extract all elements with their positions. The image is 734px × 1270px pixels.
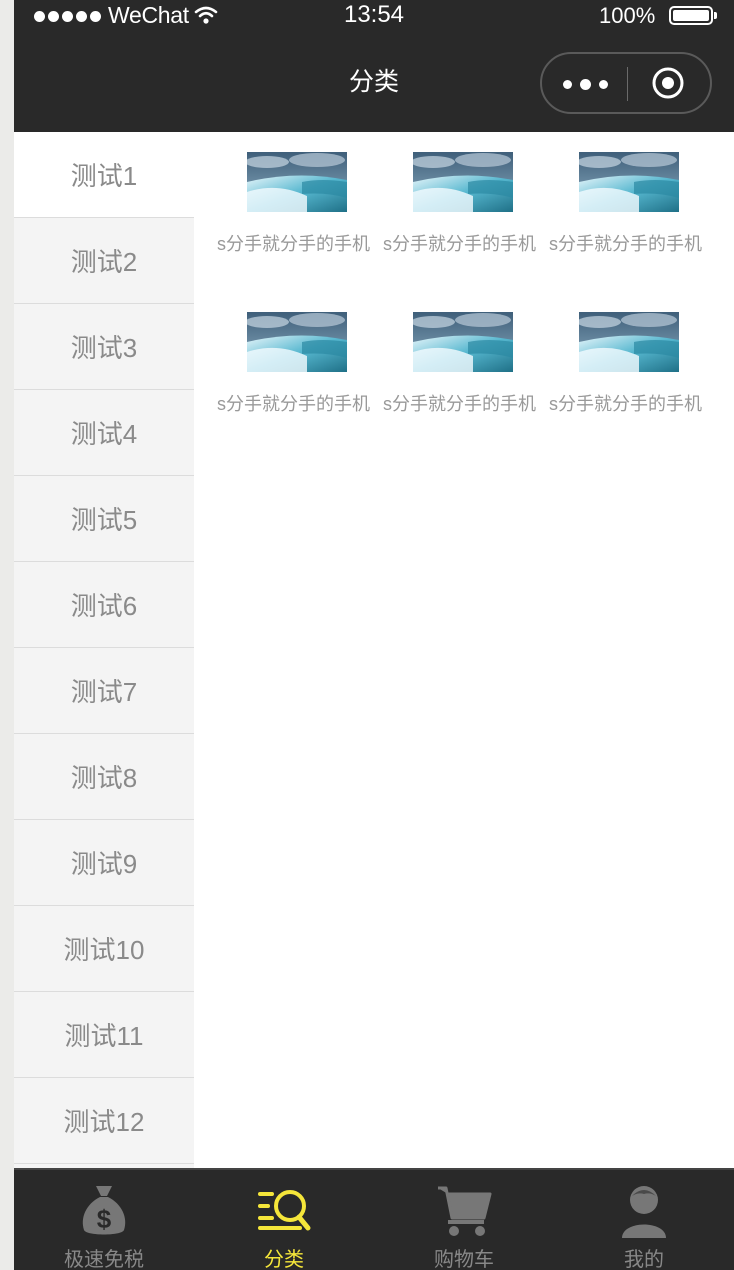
tab-mine[interactable]: 我的 [554, 1170, 734, 1270]
waterfall-thumbnail [247, 312, 347, 372]
money-bag-icon: $ [82, 1186, 126, 1235]
battery-percent: 100% [599, 3, 656, 28]
product-card[interactable]: s分手就分手的手机 [546, 312, 712, 472]
top-bar: WeChat 13:54 100% 分类 [14, 0, 734, 132]
category-item[interactable]: 测试8 [14, 734, 194, 820]
category-label: 测试8 [70, 763, 138, 793]
product-name: s分手就分手的手机 [383, 234, 536, 254]
category-label: 测试9 [70, 849, 138, 879]
battery-icon [669, 6, 717, 25]
product-name: s分手就分手的手机 [217, 394, 370, 414]
tab-category[interactable]: 分类 [194, 1170, 374, 1270]
category-item[interactable]: 测试6 [14, 562, 194, 648]
tab-label: 购物车 [434, 1249, 494, 1270]
product-area: s分手就分手的手机 s分手就分手的手机 s分手就分手的手机 s分手就分手的手机 … [194, 132, 734, 1168]
category-label: 测试4 [70, 419, 138, 449]
product-card[interactable]: s分手就分手的手机 [380, 152, 546, 312]
app-frame: WeChat 13:54 100% 分类 测试1 测试2 测试3 测试4 测试5… [14, 0, 734, 1270]
product-card[interactable]: s分手就分手的手机 [546, 152, 712, 312]
tab-bar: $ 极速免税 分类 购物车 我的 [14, 1168, 734, 1270]
user-icon [622, 1186, 666, 1238]
category-item[interactable]: 测试9 [14, 820, 194, 906]
waterfall-thumbnail [579, 312, 679, 372]
category-item[interactable]: 测试12 [14, 1078, 194, 1164]
category-label: 测试10 [63, 935, 145, 965]
category-item[interactable]: 测试5 [14, 476, 194, 562]
category-item[interactable]: 测试11 [14, 992, 194, 1078]
product-name: s分手就分手的手机 [383, 394, 536, 414]
category-label: 测试2 [70, 247, 138, 277]
category-item[interactable]: 测试3 [14, 304, 194, 390]
tab-cart[interactable]: 购物车 [374, 1170, 554, 1270]
waterfall-thumbnail [579, 152, 679, 212]
more-dots-icon[interactable] [542, 54, 627, 112]
product-grid: s分手就分手的手机 s分手就分手的手机 s分手就分手的手机 s分手就分手的手机 … [214, 152, 714, 472]
tab-duty-free[interactable]: $ 极速免税 [14, 1170, 194, 1270]
tab-label: 我的 [624, 1249, 664, 1270]
category-label: 测试5 [70, 505, 138, 535]
waterfall-thumbnail [413, 312, 513, 372]
capsule-divider [627, 67, 628, 101]
status-bar: WeChat 13:54 100% [14, 0, 734, 32]
category-item[interactable]: 测试1 [14, 132, 194, 218]
waterfall-thumbnail [247, 152, 347, 212]
category-label: 测试1 [70, 161, 138, 191]
product-name: s分手就分手的手机 [549, 234, 702, 254]
svg-text:$: $ [97, 1204, 112, 1234]
category-item[interactable]: 测试7 [14, 648, 194, 734]
category-label: 测试11 [64, 1021, 144, 1051]
product-card[interactable]: s分手就分手的手机 [214, 312, 380, 472]
target-close-icon[interactable] [651, 66, 685, 100]
category-item[interactable]: 测试4 [14, 390, 194, 476]
category-label: 测试6 [70, 591, 138, 621]
category-search-icon [258, 1190, 311, 1231]
category-item[interactable]: 测试2 [14, 218, 194, 304]
category-label: 测试7 [70, 677, 138, 707]
category-label: 测试3 [70, 333, 138, 363]
menu-capsule [540, 52, 712, 114]
category-item[interactable]: 测试10 [14, 906, 194, 992]
waterfall-thumbnail [413, 152, 513, 212]
product-name: s分手就分手的手机 [549, 394, 702, 414]
product-card[interactable]: s分手就分手的手机 [380, 312, 546, 472]
tab-label: 极速免税 [64, 1249, 144, 1270]
product-name: s分手就分手的手机 [217, 234, 370, 254]
category-label: 测试12 [63, 1107, 145, 1137]
category-sidebar: 测试1 测试2 测试3 测试4 测试5 测试6 测试7 测试8 测试9 测试10… [14, 132, 194, 1168]
cart-icon [438, 1186, 492, 1236]
tab-label: 分类 [264, 1249, 304, 1270]
product-card[interactable]: s分手就分手的手机 [214, 152, 380, 312]
